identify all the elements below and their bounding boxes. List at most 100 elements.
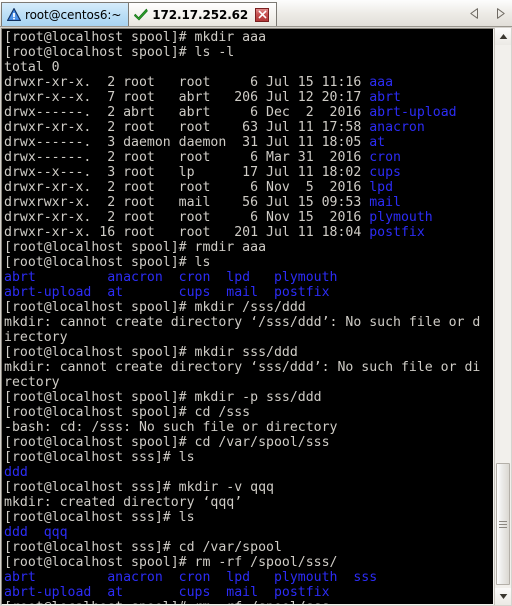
terminal-text: [root@localhost sss]# ls (4, 450, 195, 465)
directory-name: abrt-upload (369, 105, 457, 120)
terminal-line: drwxr-x--x. 7 root abrt 206 Jul 12 20:17… (4, 90, 493, 105)
terminal-line: mkdir: cannot create directory ‘sss/ddd’… (4, 360, 493, 375)
terminal-text: drwxr-xr-x. 2 root root 63 Jul 11 17:58 (4, 120, 370, 135)
directory-name: abrt (369, 90, 401, 105)
terminal-text: drwxr-xr-x. 2 root root 6 Nov 5 2016 (4, 180, 370, 195)
terminal-line: total 0 (4, 60, 493, 75)
terminal-text: rectory (4, 375, 60, 390)
terminal-text: drwxr-xr-x. 2 root root 6 Jul 15 11:16 (4, 75, 370, 90)
green-check-icon (134, 8, 149, 21)
terminal-text: [root@localhost spool]# mkdir -p sss/ddd (4, 390, 322, 405)
terminal-line: drwx------. 2 root root 6 Mar 31 2016 cr… (4, 150, 493, 165)
terminal-line: -bash: cd: /sss: No such file or directo… (4, 420, 493, 435)
terminal-line: [root@localhost spool]# rmdir aaa (4, 240, 493, 255)
terminal-line: drwxr-xr-x. 16 root root 201 Jul 11 18:0… (4, 225, 493, 240)
terminal-line: [root@localhost spool]# ls (4, 255, 493, 270)
terminal-line: drwx------. 3 daemon daemon 31 Jul 11 18… (4, 135, 493, 150)
terminal-line: drwxr-xr-x. 2 root root 63 Jul 11 17:58 … (4, 120, 493, 135)
directory-name: cron (369, 150, 401, 165)
terminal-line: [root@localhost spool]# cd /var/spool/ss… (4, 435, 493, 450)
terminal-text: [root@localhost spool]# rm -rf /spool/ss… (4, 555, 338, 570)
tab-label: root@centos6:~ (25, 7, 122, 22)
terminal-text: drwx------. 3 daemon daemon 31 Jul 11 18… (4, 135, 370, 150)
terminal-line: abrt anacron cron lpd plymouth sss (4, 570, 493, 585)
tab-172-17-252-62[interactable]: 172.17.252.62 (128, 2, 278, 26)
terminal-text: drwxr-x--x. 7 root abrt 206 Jul 12 20:17 (4, 90, 370, 105)
terminal-text: drwxr-xr-x. 2 root root 6 Nov 15 2016 (4, 210, 370, 225)
terminal-line: drwxrwxr-x. 2 root mail 56 Jul 15 09:53 … (4, 195, 493, 210)
terminal-text: irectory (4, 330, 68, 345)
terminal-line: [root@localhost spool]# ls -l (4, 45, 493, 60)
terminal-line: [root@localhost spool]# rm -rf /spool/ss… (4, 600, 493, 604)
terminal-line: irectory (4, 330, 493, 345)
next-tab-arrow-icon[interactable] (494, 6, 506, 20)
terminal-line: mkdir: created directory ‘qqq’ (4, 495, 493, 510)
directory-name: postfix (369, 225, 425, 240)
directory-name: ddd (4, 465, 28, 480)
terminal-text: mkdir: created directory ‘qqq’ (4, 495, 243, 510)
terminal-window: root@centos6:~ 172.17.252.62 [root@local… (0, 0, 512, 606)
terminal-text: [root@localhost sss]# cd /var/spool (4, 540, 282, 555)
directory-name: abrt-upload at cups mail postfix (4, 585, 330, 600)
terminal-line: drwxr-xr-x. 2 root root 6 Nov 15 2016 pl… (4, 210, 493, 225)
terminal-text: mkdir: cannot create directory ‘sss/ddd’… (4, 360, 481, 375)
terminal-line: abrt-upload at cups mail postfix (4, 585, 493, 600)
terminal-line: [root@localhost spool]# mkdir -p sss/ddd (4, 390, 493, 405)
scrollbar-thumb[interactable] (496, 463, 510, 585)
warning-triangle-icon (7, 8, 21, 21)
terminal-line: [root@localhost spool]# mkdir sss/ddd (4, 345, 493, 360)
terminal-area: [root@localhost spool]# mkdir aaa [root@l… (0, 27, 512, 606)
terminal-line: [root@localhost spool]# mkdir aaa (4, 30, 493, 45)
tab-navigation (468, 0, 506, 26)
terminal-text: drwx--x---. 3 root lp 17 Jul 11 18:02 (4, 165, 370, 180)
tab-label: 172.17.252.62 (152, 7, 249, 22)
terminal-output: [root@localhost spool]# mkdir aaa [root@l… (4, 30, 493, 604)
directory-name: lpd (369, 180, 394, 195)
directory-name: anacron (369, 120, 425, 135)
tab-bar: root@centos6:~ 172.17.252.62 (0, 0, 512, 27)
terminal-line: [root@localhost spool]# rm -rf /spool/ss… (4, 555, 493, 570)
tab-root-centos6[interactable]: root@centos6:~ (1, 2, 130, 26)
terminal-screen[interactable]: [root@localhost spool]# mkdir aaa [root@l… (2, 29, 493, 604)
terminal-text: [root@localhost spool]# cd /sss (4, 405, 251, 420)
terminal-text: [root@localhost spool]# rm -rf /spool/ss… (4, 600, 330, 604)
terminal-text: mkdir: cannot create directory ‘/sss/ddd… (4, 315, 481, 330)
terminal-scrollbar[interactable] (494, 28, 511, 605)
terminal-text: [root@localhost spool]# cd /var/spool/ss… (4, 435, 330, 450)
terminal-line: drwx------. 2 abrt abrt 6 Dec 2 2016 abr… (4, 105, 493, 120)
directory-name: abrt anacron cron lpd plymouth sss (4, 570, 378, 585)
terminal-line: abrt anacron cron lpd plymouth (4, 270, 493, 285)
directory-name: ddd qqq (4, 525, 68, 540)
directory-name: plymouth (369, 210, 433, 225)
terminal-line: ddd (4, 465, 493, 480)
terminal-text: [root@localhost spool]# ls -l (4, 45, 235, 60)
terminal-text: drwx------. 2 abrt abrt 6 Dec 2 2016 (4, 105, 370, 120)
prev-tab-arrow-icon[interactable] (468, 6, 480, 20)
scroll-up-arrow-icon[interactable] (495, 28, 511, 45)
close-icon[interactable] (255, 7, 270, 22)
terminal-text: [root@localhost spool]# rmdir aaa (4, 240, 267, 255)
terminal-line: abrt-upload at cups mail postfix (4, 285, 493, 300)
terminal-text: [root@localhost spool]# mkdir aaa (4, 30, 267, 45)
terminal-text: total 0 (4, 60, 60, 75)
scrollbar-track[interactable] (495, 45, 511, 588)
directory-name: abrt-upload at cups mail postfix (4, 285, 330, 300)
terminal-line: ddd qqq (4, 525, 493, 540)
terminal-text: drwxr-xr-x. 16 root root 201 Jul 11 18:0… (4, 225, 370, 240)
terminal-text: [root@localhost spool]# ls (4, 255, 211, 270)
terminal-text: -bash: cd: /sss: No such file or directo… (4, 420, 338, 435)
terminal-line: [root@localhost sss]# mkdir -v qqq (4, 480, 493, 495)
terminal-line: [root@localhost sss]# cd /var/spool (4, 540, 493, 555)
terminal-line: [root@localhost sss]# ls (4, 510, 493, 525)
directory-name: at (369, 135, 386, 150)
terminal-line: [root@localhost sss]# ls (4, 450, 493, 465)
terminal-text: [root@localhost sss]# ls (4, 510, 195, 525)
terminal-frame: [root@localhost spool]# mkdir aaa [root@l… (1, 28, 494, 605)
terminal-line: drwxr-xr-x. 2 root root 6 Nov 5 2016 lpd (4, 180, 493, 195)
scroll-down-arrow-icon[interactable] (495, 588, 511, 605)
terminal-text: [root@localhost sss]# mkdir -v qqq (4, 480, 274, 495)
terminal-line: drwxr-xr-x. 2 root root 6 Jul 15 11:16 a… (4, 75, 493, 90)
terminal-line: mkdir: cannot create directory ‘/sss/ddd… (4, 315, 493, 330)
directory-name: abrt anacron cron lpd plymouth (4, 270, 338, 285)
directory-name: mail (369, 195, 401, 210)
